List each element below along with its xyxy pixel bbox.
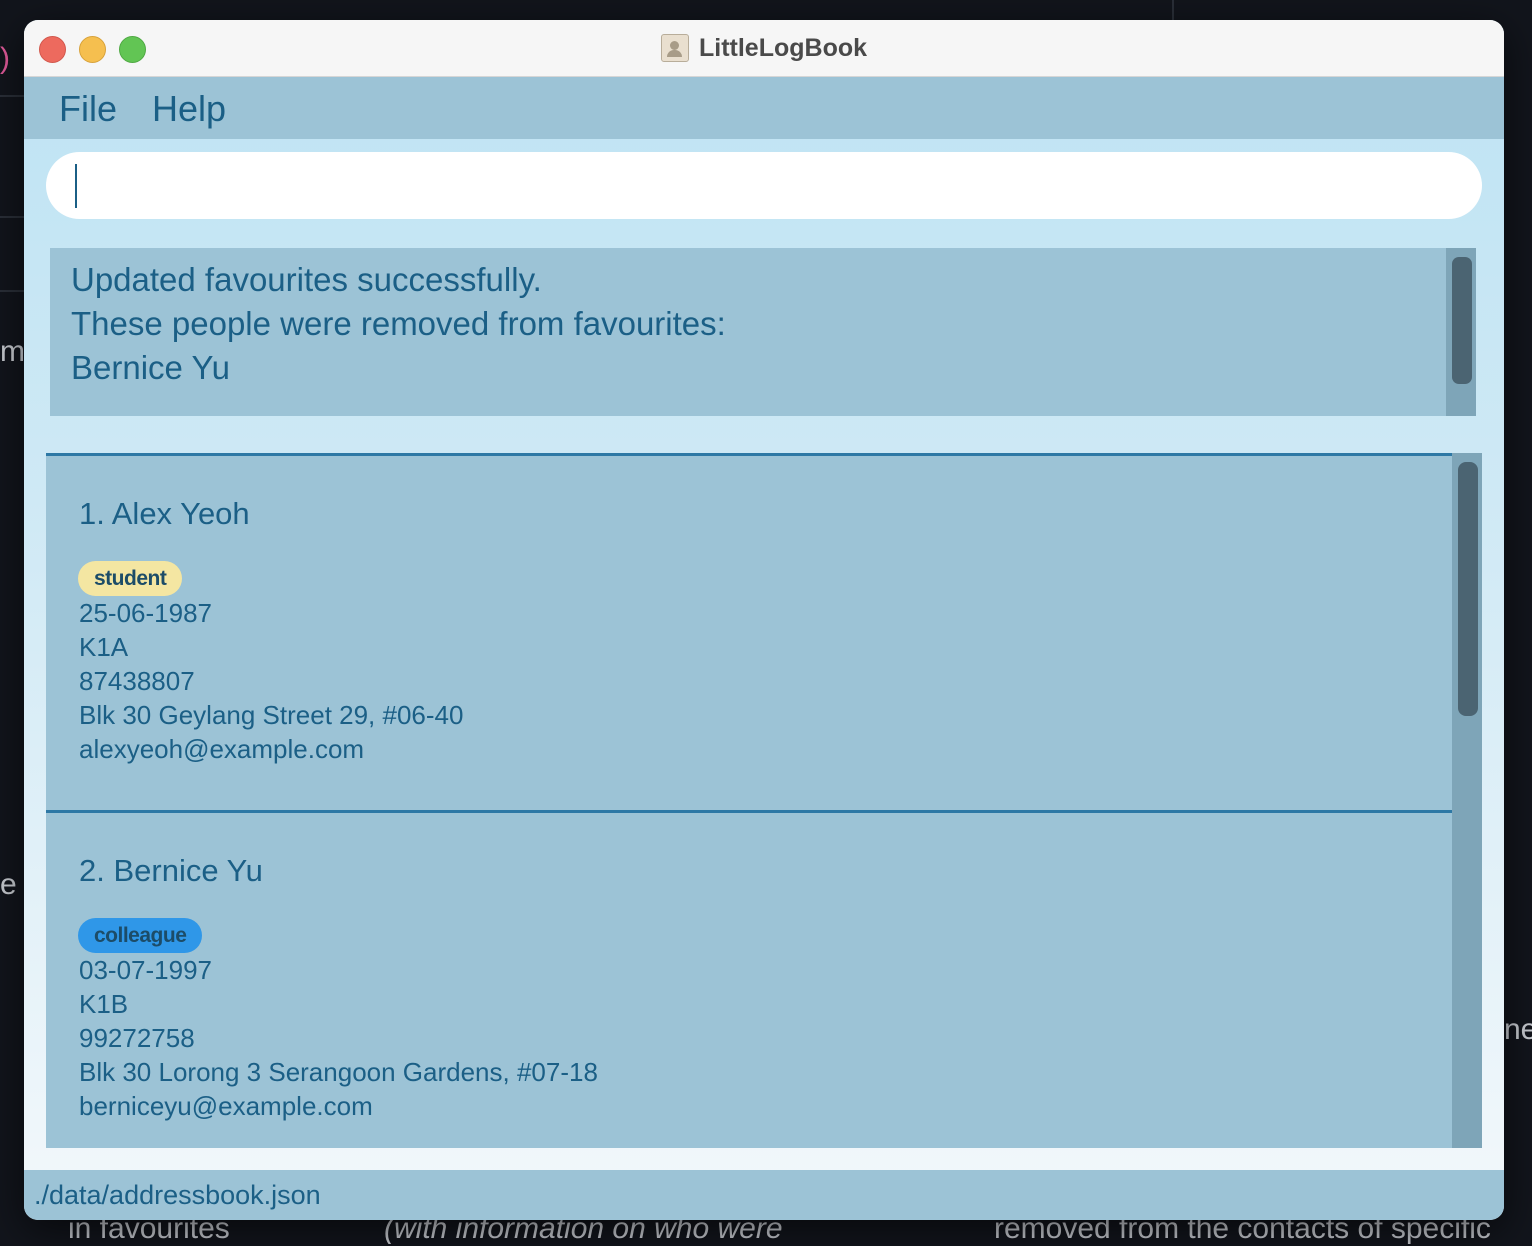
- person-list: 1. Alex Yeoh student 25-06-1987 K1A 8743…: [46, 453, 1482, 1148]
- person-name: 2. Bernice Yu: [79, 853, 263, 888]
- bg-text: e: [0, 868, 17, 901]
- bg-text: ma: [0, 335, 24, 368]
- person-email: alexyeoh@example.com: [79, 734, 365, 764]
- menu-bar: File Help: [24, 77, 1504, 139]
- person-phone: 99272758: [79, 1023, 195, 1053]
- bg-text: ): [0, 42, 10, 75]
- bg-divider: [0, 216, 24, 218]
- list-scrollbar[interactable]: [1452, 453, 1482, 1148]
- tag-badge: student: [78, 561, 183, 596]
- person-code: K1B: [79, 989, 129, 1019]
- command-input[interactable]: [46, 152, 1482, 219]
- person-card[interactable]: 1. Alex Yeoh student 25-06-1987 K1A 8743…: [46, 453, 1452, 811]
- person-birthday: 25-06-1987: [79, 598, 212, 628]
- result-line: Updated favourites successfully.: [71, 261, 542, 298]
- bg-divider: [0, 290, 24, 292]
- status-bar: ./data/addressbook.json: [24, 1170, 1504, 1220]
- person-card[interactable]: 2. Bernice Yu colleague 03-07-1997 K1B 9…: [46, 810, 1452, 1148]
- person-email: berniceyu@example.com: [79, 1091, 373, 1121]
- menu-help[interactable]: Help: [152, 88, 226, 130]
- person-phone: 87438807: [79, 666, 195, 696]
- title-bar: LittleLogBook: [24, 20, 1504, 77]
- contacts-app-icon: [660, 34, 689, 62]
- result-scrollbar-thumb[interactable]: [1452, 257, 1472, 384]
- tag-badge: colleague: [78, 918, 203, 953]
- person-address: Blk 30 Lorong 3 Serangoon Gardens, #07-1…: [79, 1057, 598, 1087]
- person-code: K1A: [79, 632, 129, 662]
- bg-divider: [1172, 0, 1174, 20]
- result-line: Bernice Yu: [71, 349, 231, 386]
- menu-file[interactable]: File: [59, 88, 117, 130]
- list-scrollbar-thumb[interactable]: [1458, 462, 1478, 716]
- window-title: LittleLogBook: [698, 33, 868, 62]
- person-address: Blk 30 Geylang Street 29, #06-40: [79, 700, 464, 730]
- person-birthday: 03-07-1997: [79, 955, 212, 985]
- result-display: Updated favourites successfully. These p…: [50, 248, 1476, 416]
- result-scrollbar[interactable]: [1446, 248, 1476, 416]
- app-window: LittleLogBook File Help Updated favourit…: [24, 20, 1504, 1220]
- person-name: 1. Alex Yeoh: [79, 496, 250, 531]
- text-caret: [75, 164, 77, 208]
- result-line: These people were removed from favourite…: [71, 305, 726, 342]
- bg-divider: [0, 95, 24, 97]
- save-location-path: ./data/addressbook.json: [34, 1180, 321, 1210]
- bg-text: ne: [1504, 1013, 1532, 1046]
- window-title-group: LittleLogBook: [24, 20, 1504, 76]
